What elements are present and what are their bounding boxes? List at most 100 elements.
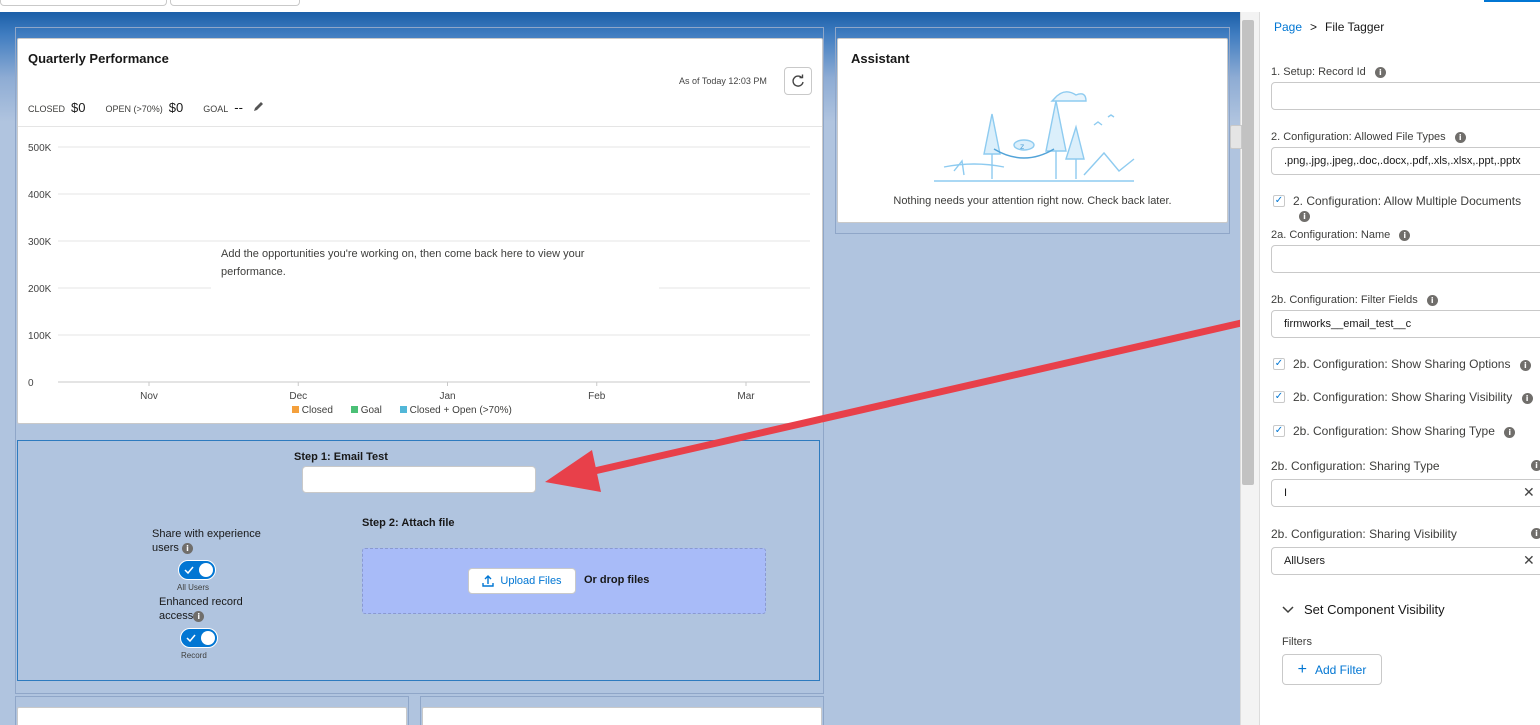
share-experience-label: Share with experience users i: [152, 528, 261, 554]
open-label: OPEN (>70%): [105, 104, 163, 114]
show-sharing-type-label: 2b. Configuration: Show Sharing Type i: [1293, 424, 1516, 438]
info-icon[interactable]: i: [1531, 528, 1540, 539]
x-tick-label: Feb: [588, 391, 606, 402]
info-icon[interactable]: i: [181, 543, 193, 554]
scrollbar-thumb[interactable]: [1242, 20, 1254, 485]
info-icon[interactable]: i: [1399, 230, 1411, 241]
x-tick-label: Jan: [439, 391, 455, 402]
legend-item-goal: Goal: [350, 405, 382, 416]
name-input[interactable]: [1271, 245, 1540, 273]
upload-icon: [482, 575, 495, 587]
collapse-panel-handle[interactable]: [1230, 125, 1242, 149]
info-icon[interactable]: i: [193, 611, 205, 622]
name-label: 2a. Configuration: Name i: [1271, 229, 1411, 241]
file-drop-zone[interactable]: Upload Files Or drop files: [362, 548, 766, 614]
clear-icon[interactable]: ✕: [1523, 484, 1535, 501]
add-filter-label: Add Filter: [1314, 662, 1367, 677]
properties-panel: Page > File Tagger 1. Setup: Record Id i…: [1259, 12, 1540, 725]
legend-swatch-goal: [350, 406, 358, 413]
check-icon: [186, 634, 196, 643]
info-icon[interactable]: i: [1426, 295, 1438, 306]
y-tick-label: 100Κ: [28, 331, 52, 342]
toggle-knob: [201, 631, 215, 645]
enhanced-record-label: Enhanced record access i: [159, 596, 243, 622]
file-tagger-component[interactable]: Step 1: Email Test Step 2: Attach file S…: [17, 440, 820, 681]
add-filter-button[interactable]: + Add Filter: [1282, 654, 1382, 685]
svg-text:z: z: [1020, 142, 1024, 151]
info-icon[interactable]: i: [1521, 393, 1533, 404]
enhanced-toggle-caption: Record: [181, 651, 207, 660]
info-icon[interactable]: i: [1504, 427, 1516, 438]
filter-fields-input[interactable]: firmworks__email_test__c: [1271, 310, 1540, 338]
as-of-timestamp: As of Today 12:03 PM: [679, 76, 767, 86]
email-test-input[interactable]: [302, 466, 536, 493]
toolbar-tab[interactable]: [0, 0, 167, 6]
info-icon[interactable]: i: [1454, 132, 1466, 143]
quarterly-performance-card[interactable]: Quarterly Performance As of Today 12:03 …: [17, 38, 823, 424]
show-sharing-options-checkbox[interactable]: ✓: [1273, 358, 1285, 370]
goal-label: GOAL: [203, 104, 229, 114]
toolbar-tab[interactable]: [170, 0, 300, 6]
bottom-card-right[interactable]: [422, 707, 822, 725]
breadcrumb-page-link[interactable]: Page: [1274, 20, 1302, 34]
closed-label: CLOSED: [28, 104, 66, 114]
step1-label: Step 1: Email Test: [294, 451, 388, 463]
x-tick-label: Dec: [289, 391, 307, 402]
legend-label: Closed: [301, 405, 333, 416]
page-canvas: Quarterly Performance As of Today 12:03 …: [0, 12, 1240, 725]
share-toggle-caption: All Users: [177, 583, 210, 592]
info-icon[interactable]: i: [1519, 360, 1531, 371]
show-sharing-visibility-checkbox[interactable]: ✓: [1273, 391, 1285, 403]
assistant-card[interactable]: Assistant z Nothing needs your attention: [837, 38, 1228, 223]
field-label: 2b. Configuration: Show Sharing Type: [1293, 424, 1495, 438]
refresh-icon: [792, 74, 804, 87]
enhanced-record-toggle[interactable]: [180, 628, 218, 648]
sharing-type-input[interactable]: I: [1271, 479, 1540, 507]
allow-multiple-checkbox[interactable]: ✓: [1273, 195, 1285, 207]
save-button-edge[interactable]: [1484, 0, 1540, 2]
open-value: $0: [168, 100, 184, 115]
y-tick-label: 200Κ: [28, 284, 52, 295]
relaxing-hammock-illustration: z: [934, 91, 1135, 182]
assistant-title: Assistant: [851, 51, 910, 66]
check-icon: [184, 566, 194, 575]
toggle-knob: [199, 563, 213, 577]
field-label: 2. Configuration: Allow Multiple Documen…: [1293, 194, 1522, 208]
legend-label: Closed + Open (>70%): [409, 405, 512, 416]
enhanced-label-line1: Enhanced record: [159, 596, 243, 608]
info-icon[interactable]: i: [1299, 211, 1310, 222]
info-icon[interactable]: i: [1374, 67, 1386, 78]
record-id-label: 1. Setup: Record Id i: [1271, 66, 1386, 78]
y-tick-label: 400Κ: [28, 190, 52, 201]
record-id-input[interactable]: [1271, 82, 1540, 110]
info-icon[interactable]: i: [1531, 460, 1540, 471]
divider: [18, 126, 822, 127]
component-visibility-section-header[interactable]: Set Component Visibility: [1282, 602, 1445, 617]
file-types-input[interactable]: .png,.jpg,.jpeg,.doc,.docx,.pdf,.xls,.xl…: [1271, 147, 1540, 175]
chevron-down-icon: [1282, 605, 1294, 613]
clear-icon[interactable]: ✕: [1523, 552, 1535, 569]
empty-message-line2: performance.: [221, 266, 286, 278]
legend-item-closed-open: Closed + Open (>70%): [399, 405, 512, 416]
show-sharing-options-label: 2b. Configuration: Show Sharing Options …: [1293, 357, 1531, 371]
filters-label: Filters: [1282, 636, 1312, 648]
refresh-button[interactable]: [784, 67, 812, 95]
file-types-label: 2. Configuration: Allowed File Types i: [1271, 131, 1466, 143]
field-label: 2b. Configuration: Show Sharing Visibili…: [1293, 390, 1513, 404]
share-label-line2: users: [152, 542, 179, 554]
plus-icon: +: [1297, 660, 1307, 678]
sharing-visibility-input[interactable]: AllUsers: [1271, 547, 1540, 575]
share-experience-toggle[interactable]: [178, 560, 216, 580]
legend-swatch-closed: [292, 406, 299, 413]
drop-files-label: Or drop files: [584, 574, 650, 586]
metrics-row: CLOSED $0 OPEN (>70%) $0 GOAL --: [28, 99, 265, 117]
field-label: 1. Setup: Record Id: [1271, 66, 1366, 78]
show-sharing-type-checkbox[interactable]: ✓: [1273, 425, 1285, 437]
field-label: 2a. Configuration: Name: [1271, 229, 1391, 241]
upload-files-button[interactable]: Upload Files: [468, 568, 576, 594]
edit-goal-icon[interactable]: [253, 99, 265, 117]
bottom-card-left[interactable]: [17, 707, 407, 725]
goal-value: --: [234, 100, 243, 115]
y-tick-label: 500Κ: [28, 143, 52, 154]
chart-legend: Closed Goal Closed + Open (>70%): [292, 405, 512, 416]
